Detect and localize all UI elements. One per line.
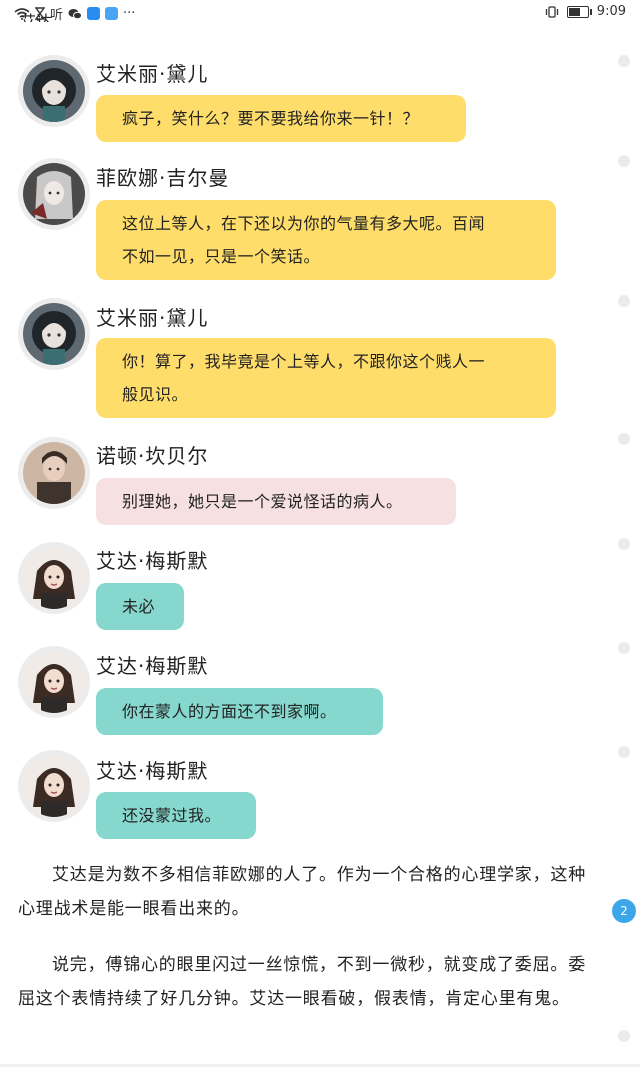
- avatar[interactable]: [18, 158, 90, 230]
- message-line: 这位上等人，在下还以为你的气量有多大呢。百闻: [122, 214, 486, 233]
- message-line: 般见识。: [122, 385, 189, 404]
- speaker-name: 艾米丽·黛儿: [96, 62, 209, 86]
- avatar[interactable]: [18, 646, 90, 718]
- avatar[interactable]: [18, 437, 90, 509]
- message-line: 疯子，笑什么？要不要我给你来一针！？: [122, 109, 420, 128]
- message-bubble: 疯子，笑什么？要不要我给你来一针！？: [96, 95, 466, 142]
- avatar-image: [23, 60, 85, 122]
- message-line: 你在蒙人的方面还不到家啊。: [122, 702, 337, 721]
- avatar-image: [23, 755, 85, 817]
- message-bubble: 未必: [96, 583, 184, 630]
- avatar-image: [23, 163, 85, 225]
- message-bubble: 还没蒙过我。: [96, 792, 256, 839]
- page-number-badge[interactable]: 2: [612, 899, 636, 923]
- speaker-name: 艾达·梅斯默: [96, 654, 209, 678]
- speaker-name: 艾达·梅斯默: [96, 759, 209, 783]
- speaker-name: 诺顿·坎贝尔: [96, 444, 209, 468]
- clipped-previous-text: 艾达: [20, 12, 53, 22]
- message-bubble: 别理她，她只是一个爱说怪话的病人。: [96, 478, 456, 525]
- message-line: 别理她，她只是一个爱说怪话的病人。: [122, 492, 403, 511]
- speaker-name: 艾米丽·黛儿: [96, 306, 209, 330]
- app-icon: [87, 7, 101, 20]
- avatar-image: [23, 303, 85, 365]
- rail-dot: [618, 1030, 630, 1042]
- more-icon: ···: [123, 6, 136, 21]
- vibrate-icon: [545, 5, 558, 18]
- avatar-image: [23, 651, 85, 713]
- speaker-name: 艾达·梅斯默: [96, 549, 209, 573]
- rail-dot: [618, 155, 630, 167]
- battery-icon: [566, 5, 592, 18]
- avatar[interactable]: [18, 542, 90, 614]
- rail-dot: [618, 642, 630, 654]
- battery-fill: [568, 7, 580, 16]
- story-paragraph-1: 艾达是为数不多相信菲欧娜的人了。作为一个合格的心理学家，这种心理战术是能一眼看出…: [18, 865, 586, 919]
- clock: 9:09: [596, 4, 626, 19]
- message-bubble: 这位上等人，在下还以为你的气量有多大呢。百闻 不如一见，只是一个笑话。: [96, 200, 556, 280]
- message-line: 还没蒙过我。: [122, 806, 222, 825]
- rail-dot: [618, 55, 630, 67]
- message-bubble: 你在蒙人的方面还不到家啊。: [96, 688, 383, 735]
- wechat-icon: [68, 8, 83, 19]
- status-right: 9:09: [545, 4, 626, 19]
- avatar[interactable]: [18, 55, 90, 127]
- rail-dot: [618, 746, 630, 758]
- speaker-name: 菲欧娜·吉尔曼: [96, 166, 230, 190]
- message-line: 你！算了，我毕竟是个上等人，不跟你这个贱人一: [122, 352, 486, 371]
- cloud-icon: [105, 7, 119, 20]
- message-line: 不如一见，只是一个笑话。: [122, 247, 321, 266]
- avatar[interactable]: [18, 298, 90, 370]
- rail-dot: [618, 295, 630, 307]
- rail-dot: [618, 433, 630, 445]
- rail-dot: [618, 538, 630, 550]
- message-bubble: 你！算了，我毕竟是个上等人，不跟你这个贱人一 般见识。: [96, 338, 556, 418]
- avatar-image: [23, 442, 85, 504]
- story-paragraph-2: 说完，傅锦心的眼里闪过一丝惊慌，不到一微秒，就变成了委屈。委屈这个表情持续了好几…: [18, 955, 586, 1009]
- avatar[interactable]: [18, 750, 90, 822]
- avatar-image: [23, 547, 85, 609]
- message-line: 未必: [122, 597, 156, 616]
- status-bar: 听 ··· 9:09: [0, 0, 640, 26]
